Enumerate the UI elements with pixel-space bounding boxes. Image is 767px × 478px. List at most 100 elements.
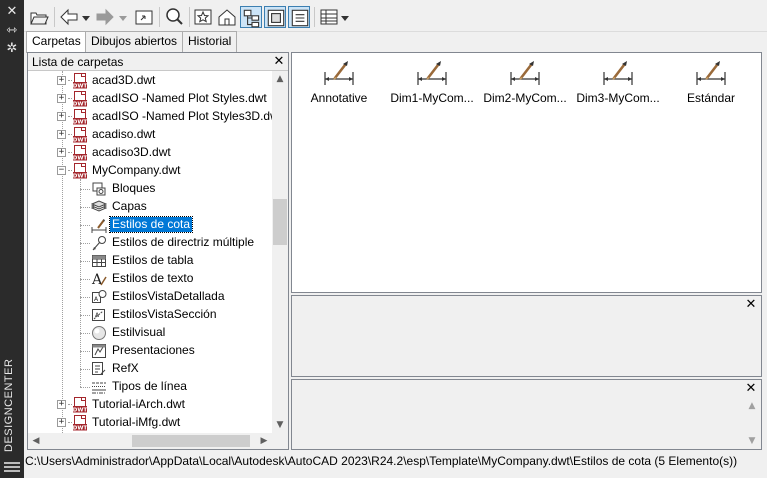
dimension-style-item[interactable]: Dim2-MyCom... <box>479 57 571 113</box>
expand-icon[interactable]: + <box>57 94 66 103</box>
scroll-down-icon[interactable]: ▼ <box>272 417 288 433</box>
dimension-style-label: Annotative <box>310 91 368 105</box>
tree-toggle-button[interactable] <box>240 6 262 28</box>
tree-vertical-scrollbar[interactable]: ▲ ▼ <box>272 71 288 433</box>
status-path: C:\Users\Administrador\AppData\Local\Aut… <box>25 454 738 468</box>
preview-button[interactable] <box>264 6 286 28</box>
expand-icon[interactable]: + <box>57 112 66 121</box>
tree-node-label: Tutorial-iArch.dwt <box>92 397 185 411</box>
section-view-icon: A <box>91 307 107 323</box>
tree-node-label: Tutorial-iMfg.dwt <box>92 415 181 429</box>
description-scrollbar[interactable]: ▲ ▼ <box>744 398 760 449</box>
tree-node-file[interactable]: + DWT acadISO -Named Plot Styles.dwt <box>28 90 272 108</box>
scroll-thumb[interactable] <box>273 199 287 245</box>
tree-node-category[interactable]: RefX <box>28 360 272 378</box>
dimension-style-label: Estándar <box>686 91 736 105</box>
tree-node-category[interactable]: Presentaciones <box>28 342 272 360</box>
blocks-icon <box>91 181 107 197</box>
tree-node-file[interactable]: + DWT Tutorial-iMfg.dwt <box>28 414 272 432</box>
tab-carpetas[interactable]: Carpetas <box>26 31 87 53</box>
search-button[interactable] <box>163 6 185 28</box>
dimstyle-icon <box>416 59 448 89</box>
folder-panel: Lista de carpetas ✕ + DWT acad3D.dwt + DWT ac… <box>27 52 289 450</box>
folder-tree: + DWT acad3D.dwt + DWT acadISO -Named Plot St… <box>28 71 272 433</box>
dimstyle-icon <box>602 59 634 89</box>
tree-node-file[interactable]: + DWT acadiso3D.dwt <box>28 144 272 162</box>
tree-horizontal-scrollbar[interactable]: ◀ ▶ <box>28 433 272 449</box>
views-dropdown[interactable] <box>340 6 350 28</box>
tree-node-category[interactable]: Estilvisual <box>28 324 272 342</box>
tree-node-file[interactable]: + DWT acadiso.dwt <box>28 126 272 144</box>
xref-icon <box>91 361 107 377</box>
tab-dibujos-abiertos[interactable]: Dibujos abiertos <box>85 31 184 52</box>
views-button[interactable] <box>318 6 340 28</box>
back-dropdown[interactable] <box>81 6 91 28</box>
description-button[interactable] <box>288 6 310 28</box>
expand-icon[interactable]: + <box>57 418 66 427</box>
scroll-down-icon[interactable]: ▼ <box>744 433 760 449</box>
tab-historial[interactable]: Historial <box>182 31 238 52</box>
tree-node-file[interactable]: − DWT MyCompany.dwt <box>28 162 272 180</box>
forward-dropdown[interactable] <box>118 6 128 28</box>
dimstyle-icon <box>509 59 541 89</box>
tree-node-category[interactable]: A EstilosVistaDetallada <box>28 288 272 306</box>
dimension-style-item[interactable]: Estándar <box>665 57 757 113</box>
dimension-style-item[interactable]: Dim1-MyCom... <box>386 57 478 113</box>
svg-text:DWT: DWT <box>73 138 88 144</box>
tree-node-file[interactable]: + DWT acadISO -Named Plot Styles3D.dwt <box>28 108 272 126</box>
load-icon <box>30 12 49 25</box>
expand-icon[interactable]: + <box>57 400 66 409</box>
tree-node-category[interactable]: Estilos de directriz múltiple <box>28 234 272 252</box>
tree-node-category[interactable]: Capas <box>28 198 272 216</box>
tree-node-category[interactable]: Tipos de línea <box>28 378 272 396</box>
tree-node-category[interactable]: Estilos de cota <box>28 216 272 234</box>
tree-node-file[interactable]: + DWT acad3D.dwt <box>28 72 272 90</box>
tree-node-category[interactable]: Estilos de tabla <box>28 252 272 270</box>
expand-icon[interactable]: + <box>57 148 66 157</box>
expand-icon[interactable]: + <box>57 130 66 139</box>
properties-icon[interactable]: ✲ <box>4 42 20 56</box>
tree-node-label: Estilos de tabla <box>112 253 194 267</box>
autohide-icon[interactable]: ⇿ <box>4 24 20 38</box>
tab-bar: Carpetas Dibujos abiertos Historial <box>24 31 767 53</box>
scroll-right-icon[interactable]: ▶ <box>256 433 272 449</box>
tree-node-label: Presentaciones <box>112 343 195 357</box>
home-button[interactable] <box>216 6 238 28</box>
load-button[interactable] <box>28 6 50 28</box>
tree-node-label: acadISO -Named Plot Styles.dwt <box>92 91 267 105</box>
visual-style-icon <box>91 325 107 341</box>
palette-grip[interactable] <box>4 462 20 474</box>
expand-icon[interactable]: + <box>57 76 66 85</box>
scroll-thumb[interactable] <box>132 435 250 447</box>
tree-node-label: Bloques <box>112 181 156 195</box>
back-button[interactable] <box>58 6 80 28</box>
dimension-style-item[interactable]: Dim3-MyCom... <box>572 57 664 113</box>
dwt-file-icon: DWT <box>72 109 88 125</box>
tree-node-category[interactable]: Bloques <box>28 180 272 198</box>
layout-icon <box>91 343 107 359</box>
views-icon <box>320 9 338 25</box>
favorites-button[interactable] <box>192 6 214 28</box>
up-icon <box>135 10 153 25</box>
tree-node-category[interactable]: A EstilosVistaSección <box>28 306 272 324</box>
dwt-file-icon: DWT <box>72 163 88 179</box>
tree-node-category[interactable]: A Estilos de texto <box>28 270 272 288</box>
tree-node-label: Estilos de cota <box>108 216 194 233</box>
collapse-icon[interactable]: − <box>57 166 66 175</box>
close-icon[interactable]: ✕ <box>744 298 758 312</box>
linetype-icon <box>91 379 107 395</box>
close-icon[interactable]: ✕ <box>744 382 758 396</box>
scroll-up-icon[interactable]: ▲ <box>744 398 760 414</box>
up-button[interactable] <box>133 6 155 28</box>
chevron-down-icon <box>119 16 127 21</box>
dimension-style-item[interactable]: Annotative <box>293 57 385 113</box>
scroll-left-icon[interactable]: ◀ <box>28 433 44 449</box>
forward-button[interactable] <box>94 6 116 28</box>
scroll-up-icon[interactable]: ▲ <box>272 71 288 87</box>
close-icon[interactable]: ✕ <box>4 5 20 19</box>
folder-panel-title: Lista de carpetas <box>32 55 124 69</box>
tree-node-label: Capas <box>112 199 147 213</box>
tree-toggle-icon <box>243 9 260 28</box>
tree-node-file[interactable]: + DWT Tutorial-iArch.dwt <box>28 396 272 414</box>
close-icon[interactable]: ✕ <box>272 55 286 69</box>
